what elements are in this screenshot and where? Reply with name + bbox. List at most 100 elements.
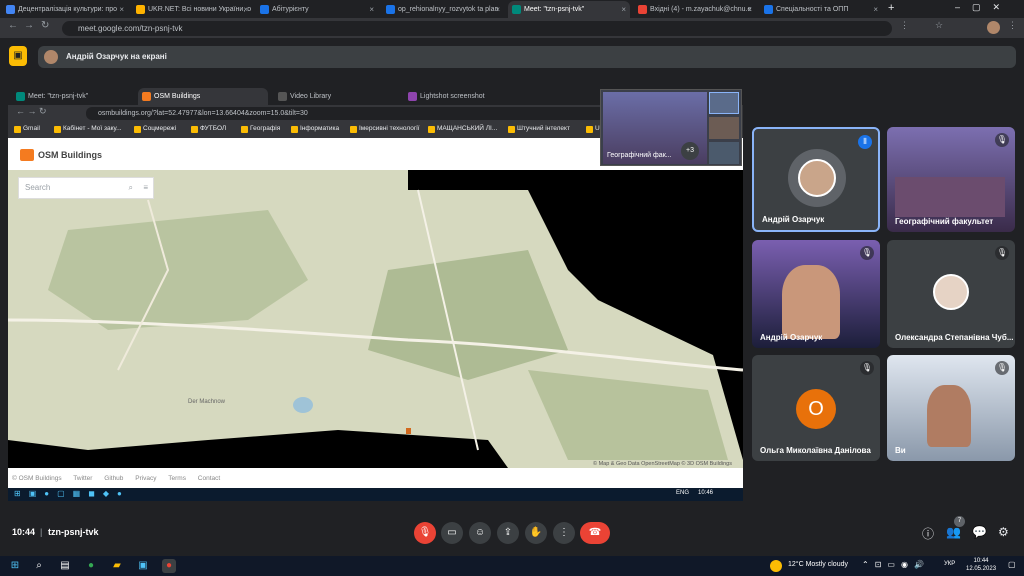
tab-label: Децентралізація культури: про — [18, 6, 118, 13]
tab-meet[interactable]: Meet: "tzn-psnj-tvk" × — [508, 1, 630, 18]
footer-link: Terms — [168, 475, 186, 482]
new-tab-icon[interactable]: + — [888, 2, 894, 14]
tab-decentralization[interactable]: Децентралізація культури: про × — [2, 1, 128, 18]
shared-url-text: osmbuildings.org/?lat=52.47977&lon=13.66… — [98, 110, 308, 117]
close-icon[interactable]: × — [747, 1, 752, 18]
tab-gmail[interactable]: Вхідні (4) - m.zayachuk@chnu.e × — [634, 1, 756, 18]
meeting-code: tzn-psnj-tvk — [48, 527, 99, 537]
participant-name: Географічний факультет — [895, 217, 994, 226]
shared-lang: ENG — [676, 490, 690, 496]
extensions-icon[interactable]: ⋮ — [900, 20, 909, 31]
footer-link: Contact — [197, 475, 221, 482]
menu-icon[interactable]: ⋮ — [1008, 20, 1017, 31]
bookmark-u: U — [586, 125, 600, 133]
map-label: Der Machnow — [188, 399, 226, 405]
url-text: meet.google.com/tzn-psnj-tvk — [78, 24, 183, 33]
search-placeholder: Search — [25, 183, 51, 192]
presenter-avatar — [44, 50, 58, 64]
menu-icon: ≡ — [143, 183, 148, 192]
bookmark-geography: Географія — [241, 125, 280, 133]
participant-tile-andrii[interactable]: ⦀ Андрій Озарчук — [752, 127, 880, 232]
chat-icon[interactable]: 💬 — [972, 525, 987, 539]
tab-specialties[interactable]: Спеціальності та ОПП × — [760, 1, 882, 18]
tab-label: Абітурієнту — [272, 6, 309, 13]
favicon-icon — [408, 92, 417, 101]
profile-avatar[interactable] — [987, 21, 1000, 34]
windows-start-icon[interactable]: ⊞ — [8, 559, 22, 573]
info-icon[interactable]: ⓘ — [922, 525, 934, 542]
footer-link: Twitter — [73, 475, 93, 482]
avatar-initial: О — [796, 389, 836, 429]
tab-label: Вхідні (4) - m.zayachuk@chnu.e — [650, 6, 752, 13]
tab-label: Video Library — [290, 93, 332, 100]
close-icon[interactable]: × — [243, 1, 248, 18]
participant-name: Андрій Озарчук — [760, 333, 823, 342]
chrome-icon[interactable]: ● — [84, 559, 98, 573]
system-clock: 10:44 12.05.2023 — [966, 557, 996, 573]
reload-icon[interactable]: ↻ — [41, 20, 49, 31]
favicon-icon — [638, 5, 647, 14]
store-icon[interactable]: ▣ — [136, 559, 150, 573]
search-icon[interactable]: ⌕ — [32, 559, 46, 573]
favicon-icon — [278, 92, 287, 101]
thumb-video — [709, 142, 739, 164]
close-icon[interactable]: × — [369, 1, 374, 18]
favicon-icon — [142, 92, 151, 101]
tab-label: Спеціальності та ОПП — [776, 6, 849, 13]
bookmark-social: Соцмережі — [134, 125, 176, 133]
map-canvas: Der Machnow — [8, 170, 743, 468]
participant-tile-olha[interactable]: О 🎙 Ольга Миколаївна Данілова — [752, 355, 880, 461]
map-search-input: Search ⌕ ≡ — [18, 177, 154, 199]
raise-hand-button[interactable]: ✋ — [525, 522, 547, 544]
favicon-icon — [136, 5, 145, 14]
forward-icon[interactable]: → — [24, 20, 34, 31]
close-icon[interactable]: × — [495, 1, 500, 18]
classroom-video — [895, 177, 1005, 217]
close-icon[interactable]: × — [621, 1, 626, 18]
mic-off-icon: 🎙 — [995, 361, 1009, 375]
favicon-icon — [764, 5, 773, 14]
tray-icons[interactable]: ⌃⊡▭◉🔊 — [862, 560, 930, 569]
mic-off-icon: 🎙 — [995, 246, 1009, 260]
activities-icon[interactable]: ⚙ — [998, 525, 1009, 539]
participant-tile-andrii-video[interactable]: 🎙 Андрій Озарчук — [752, 240, 880, 348]
window-controls-icon[interactable]: –▢✕ — [955, 2, 1012, 13]
keyboard-lang[interactable]: УКР — [944, 561, 955, 567]
task-view-icon[interactable]: ▤ — [58, 559, 72, 573]
participant-tile-geography[interactable]: 🎙 Географічний факультет — [887, 127, 1015, 232]
close-icon[interactable]: × — [119, 1, 124, 18]
file-explorer-icon[interactable]: ▰ — [110, 559, 124, 573]
person-video — [927, 385, 971, 447]
more-options-button[interactable]: ⋮ — [553, 522, 575, 544]
notifications-icon[interactable]: ▢ — [1008, 560, 1016, 569]
participant-tile-self[interactable]: 🎙 Ви — [887, 355, 1015, 461]
bookmark-ai: Штучний інтелект — [508, 125, 570, 133]
participant-tile-oleksandra[interactable]: 🎙 Олександра Степанівна Чуб... — [887, 240, 1015, 348]
participant-name: Олександра Степанівна Чуб... — [895, 333, 1014, 342]
osm-logo-icon — [20, 149, 34, 161]
reactions-button[interactable]: ☺ — [469, 522, 491, 544]
shared-tab-osm: OSM Buildings — [138, 88, 268, 105]
footer-link: Github — [104, 475, 124, 482]
participant-name: Ольга Миколаївна Данілова — [760, 446, 871, 455]
present-button[interactable]: ⇪ — [497, 522, 519, 544]
bookmark-star-icon[interactable]: ☆ — [935, 20, 943, 31]
shared-taskbar-apps-icon: ⊞▣●▢▦◼◆● — [14, 489, 130, 498]
mic-toggle-button[interactable]: 🎙 — [414, 522, 436, 544]
tab-applicant[interactable]: Абітурієнту × — [256, 1, 378, 18]
tab-op-regional[interactable]: op_rehionalnyy_rozvytok ta plan × — [382, 1, 504, 18]
camera-toggle-button[interactable]: ▭ — [441, 522, 463, 544]
shared-clock: 10:46 — [698, 490, 714, 496]
chrome-active-icon[interactable]: ● — [162, 559, 176, 573]
back-icon[interactable]: ← — [8, 20, 18, 31]
end-call-button[interactable]: ☎ — [580, 522, 610, 544]
url-input[interactable]: meet.google.com/tzn-psnj-tvk — [62, 21, 892, 36]
footer-link: © OSM Buildings — [12, 475, 62, 482]
tab-ukrnet[interactable]: UKR.NET: Всі новини України, о × — [132, 1, 252, 18]
shared-tab-lightshot: Lightshot screenshot — [404, 88, 530, 105]
tab-label: UKR.NET: Всі новини України, о — [148, 6, 252, 13]
bookmark-gmail: Gmail — [14, 125, 40, 133]
people-icon[interactable]: 👥 — [946, 525, 961, 539]
separator: | — [40, 527, 43, 537]
close-icon[interactable]: × — [873, 1, 878, 18]
